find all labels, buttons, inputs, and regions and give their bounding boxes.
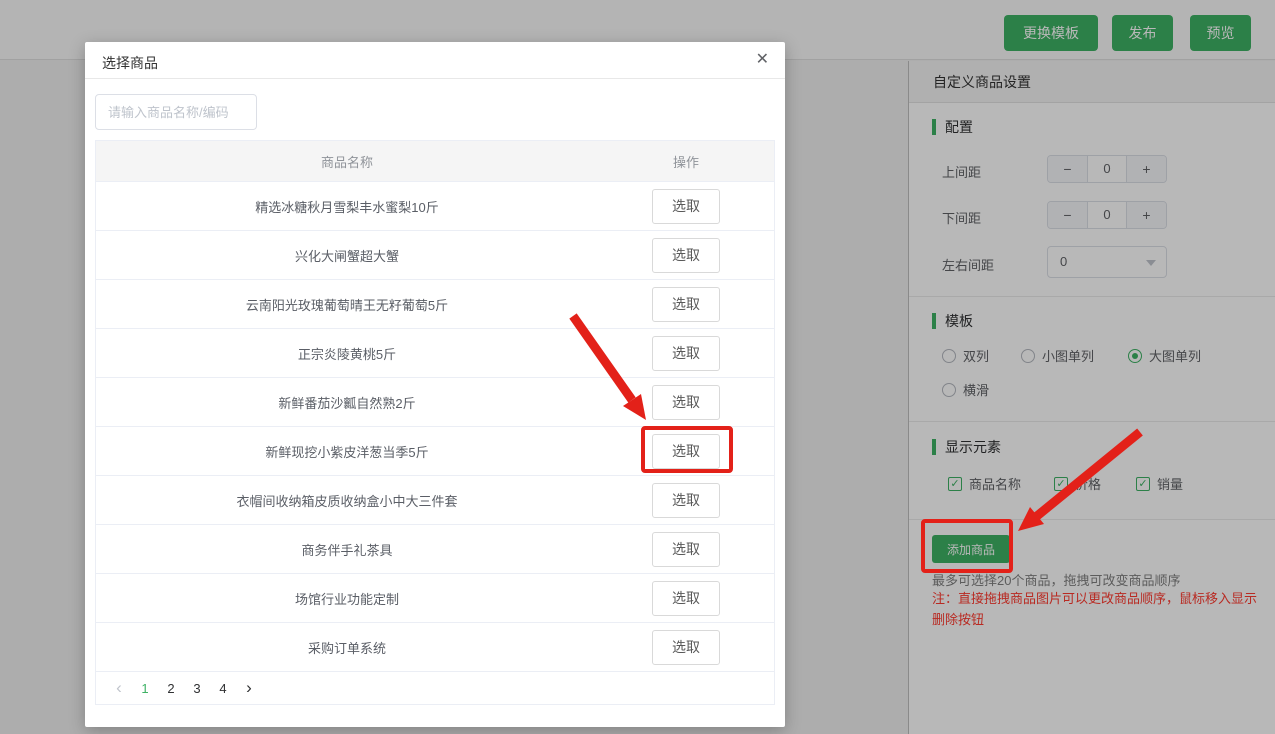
table-row: 新鲜番茄沙瓤自然熟2斤 选取: [96, 377, 774, 426]
product-name: 采购订单系统: [96, 638, 598, 657]
chevron-left-icon[interactable]: ‹: [106, 678, 132, 698]
page-number-1[interactable]: 1: [132, 681, 158, 696]
product-name: 衣帽间收纳箱皮质收纳盒小中大三件套: [96, 491, 598, 510]
select-product-button[interactable]: 选取: [652, 336, 720, 371]
page-number-2[interactable]: 2: [158, 681, 184, 696]
table-row-highlighted: 新鲜现挖小紫皮洋葱当季5斤 选取: [96, 426, 774, 475]
select-product-button[interactable]: 选取: [652, 483, 720, 518]
table-row: 云南阳光玫瑰葡萄晴王无籽葡萄5斤 选取: [96, 279, 774, 328]
select-product-button[interactable]: 选取: [652, 581, 720, 616]
select-product-button[interactable]: 选取: [652, 434, 720, 469]
table-row: 兴化大闸蟹超大蟹 选取: [96, 230, 774, 279]
page-number-4[interactable]: 4: [210, 681, 236, 696]
modal-titlebar: 选择商品 ✕: [85, 42, 785, 79]
product-name: 兴化大闸蟹超大蟹: [96, 246, 598, 265]
pagination: ‹ 1 2 3 4 ›: [96, 671, 774, 704]
column-header-name: 商品名称: [96, 152, 598, 171]
product-search-input[interactable]: [95, 94, 257, 130]
action-cell: 选取: [598, 189, 774, 224]
action-cell: 选取: [598, 238, 774, 273]
product-name: 正宗炎陵黄桃5斤: [96, 344, 598, 363]
close-icon[interactable]: ✕: [756, 51, 769, 69]
select-product-button[interactable]: 选取: [652, 532, 720, 567]
page: 更换模板 发布 预览 自定义商品设置 配置 上间距 − 0 + 下间距 − 0 …: [0, 0, 1275, 734]
select-product-button[interactable]: 选取: [652, 385, 720, 420]
product-name: 商务伴手礼茶具: [96, 540, 598, 559]
select-product-modal: 选择商品 ✕ 商品名称 操作 精选冰糖秋月雪梨丰水蜜梨10斤 选取 兴化大闸蟹超…: [85, 42, 785, 727]
action-cell: 选取: [598, 483, 774, 518]
column-header-action: 操作: [598, 152, 774, 171]
table-row: 衣帽间收纳箱皮质收纳盒小中大三件套 选取: [96, 475, 774, 524]
action-cell: 选取: [598, 630, 774, 665]
action-cell: 选取: [598, 434, 774, 469]
action-cell: 选取: [598, 532, 774, 567]
action-cell: 选取: [598, 287, 774, 322]
action-cell: 选取: [598, 385, 774, 420]
product-name: 云南阳光玫瑰葡萄晴王无籽葡萄5斤: [96, 295, 598, 314]
action-cell: 选取: [598, 581, 774, 616]
select-product-button[interactable]: 选取: [652, 189, 720, 224]
product-name: 精选冰糖秋月雪梨丰水蜜梨10斤: [96, 197, 598, 216]
select-product-button[interactable]: 选取: [652, 238, 720, 273]
table-row: 精选冰糖秋月雪梨丰水蜜梨10斤 选取: [96, 181, 774, 230]
product-name: 场馆行业功能定制: [96, 589, 598, 608]
chevron-right-icon[interactable]: ›: [236, 678, 262, 698]
table-header: 商品名称 操作: [96, 141, 774, 181]
select-product-button[interactable]: 选取: [652, 287, 720, 322]
page-number-3[interactable]: 3: [184, 681, 210, 696]
product-name: 新鲜番茄沙瓤自然熟2斤: [96, 393, 598, 412]
modal-title: 选择商品: [102, 53, 158, 73]
action-cell: 选取: [598, 336, 774, 371]
table-row: 采购订单系统 选取: [96, 622, 774, 671]
table-row: 场馆行业功能定制 选取: [96, 573, 774, 622]
table-row: 商务伴手礼茶具 选取: [96, 524, 774, 573]
product-name: 新鲜现挖小紫皮洋葱当季5斤: [96, 442, 598, 461]
select-product-button[interactable]: 选取: [652, 630, 720, 665]
product-table: 商品名称 操作 精选冰糖秋月雪梨丰水蜜梨10斤 选取 兴化大闸蟹超大蟹 选取 云…: [95, 140, 775, 705]
table-row: 正宗炎陵黄桃5斤 选取: [96, 328, 774, 377]
